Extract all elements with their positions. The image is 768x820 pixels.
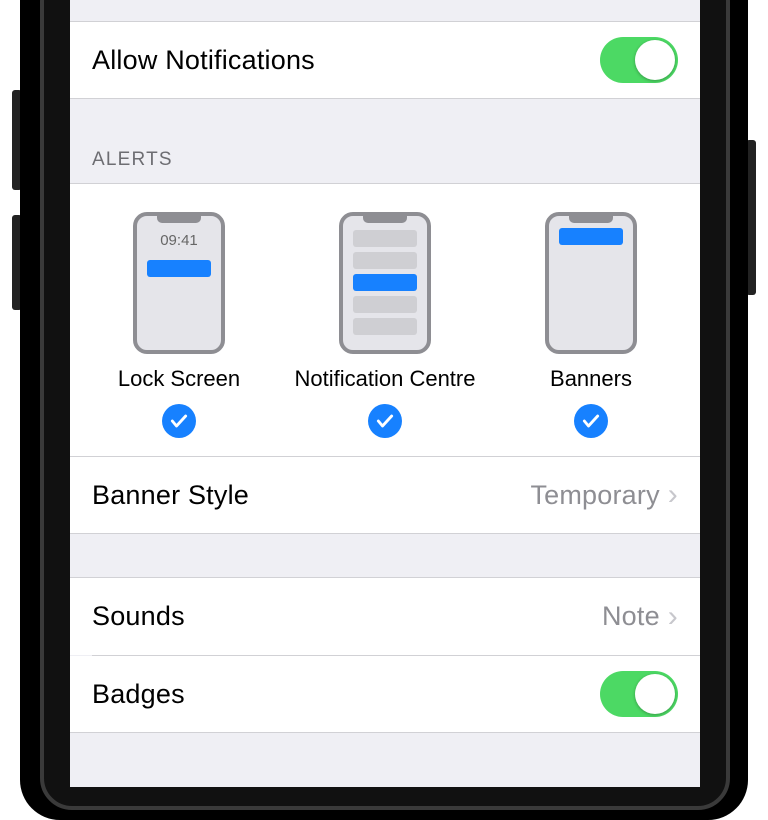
badges-row[interactable]: Badges [70,656,700,733]
allow-notifications-switch[interactable] [600,37,678,83]
banner-style-row[interactable]: Banner Style Temporary › [70,457,700,534]
notification-centre-preview-icon [339,212,431,354]
alerts-row: 09:41 Lock Screen [70,212,700,438]
settings-screen: Allow Notifications ALERTS 09:41 Lock Sc… [70,0,700,787]
banner-style-label: Banner Style [92,480,249,511]
switch-knob [635,40,675,80]
badges-label: Badges [92,679,185,710]
alert-label: Lock Screen [118,366,240,392]
banner-style-value-wrap: Temporary › [530,480,678,511]
checkmark-icon [574,404,608,438]
alert-option-lock-screen[interactable]: 09:41 Lock Screen [76,212,282,438]
checkmark-icon [162,404,196,438]
alert-label: Banners [550,366,632,392]
badges-switch[interactable] [600,671,678,717]
checkmark-icon [368,404,402,438]
section-spacer-bottom [70,733,700,787]
banners-preview-icon [545,212,637,354]
alerts-section-header: ALERTS [70,99,700,184]
alert-option-banners[interactable]: Banners [488,212,694,438]
sounds-value-wrap: Note › [602,601,678,632]
frame-outer: Allow Notifications ALERTS 09:41 Lock Sc… [0,0,768,787]
lock-screen-preview-icon: 09:41 [133,212,225,354]
sounds-label: Sounds [92,601,185,632]
section-spacer [70,534,700,578]
allow-notifications-label: Allow Notifications [92,45,315,76]
sounds-row[interactable]: Sounds Note › [70,578,700,655]
preview-time: 09:41 [137,232,221,249]
section-spacer-top [70,0,700,22]
alerts-panel: 09:41 Lock Screen [70,184,700,457]
allow-notifications-row[interactable]: Allow Notifications [70,22,700,99]
switch-knob [635,674,675,714]
alert-label: Notification Centre [295,366,476,392]
banner-style-value: Temporary [530,480,659,511]
chevron-right-icon: › [668,480,678,510]
sounds-value: Note [602,601,660,632]
chevron-right-icon: › [668,602,678,632]
alert-option-notification-centre[interactable]: Notification Centre [282,212,488,438]
